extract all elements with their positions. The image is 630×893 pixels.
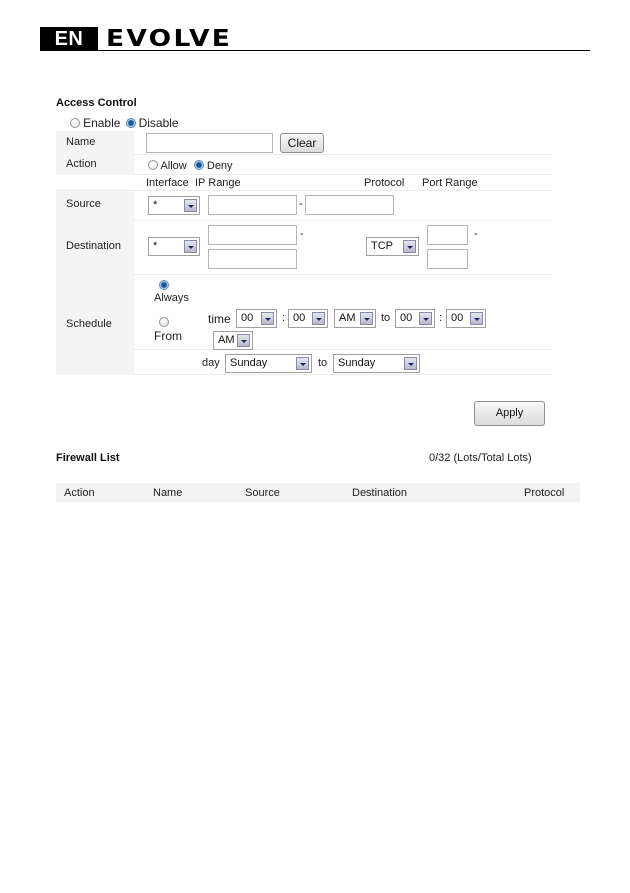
start-ampm-select[interactable]: AM bbox=[334, 309, 376, 328]
language-badge: EN bbox=[40, 27, 98, 51]
col-interface: Interface bbox=[146, 177, 189, 189]
destination-ip-from-input[interactable] bbox=[208, 225, 297, 245]
page-header: EN EVOLVE bbox=[40, 26, 590, 52]
col-action: Action bbox=[64, 487, 95, 499]
day-to-label: to bbox=[318, 357, 328, 369]
deny-radio[interactable] bbox=[193, 160, 204, 170]
chevron-down-icon bbox=[237, 334, 250, 347]
allow-label: Allow bbox=[160, 160, 187, 172]
col-destination: Destination bbox=[352, 487, 408, 499]
end-hour-value: 00 bbox=[400, 312, 413, 324]
time-colon: : bbox=[439, 312, 443, 324]
chevron-down-icon bbox=[360, 312, 373, 325]
chevron-down-icon bbox=[312, 312, 325, 325]
chevron-down-icon bbox=[296, 357, 309, 370]
col-protocol: Protocol bbox=[524, 487, 565, 499]
firewall-list-title: Firewall List bbox=[56, 452, 120, 464]
time-colon: : bbox=[282, 312, 286, 324]
col-name: Name bbox=[153, 487, 183, 499]
range-dash: - bbox=[300, 228, 304, 240]
enable-radio-group: Enable Disable bbox=[70, 116, 179, 130]
source-ip-from-input[interactable] bbox=[208, 195, 297, 215]
end-minute-value: 00 bbox=[451, 312, 464, 324]
name-input[interactable] bbox=[146, 133, 273, 153]
start-minute-select[interactable]: 00 bbox=[288, 309, 328, 328]
source-ip-to-input[interactable] bbox=[305, 195, 394, 215]
col-port-range: Port Range bbox=[422, 177, 478, 189]
start-hour-value: 00 bbox=[241, 312, 254, 324]
chevron-down-icon bbox=[261, 312, 274, 325]
name-label: Name bbox=[66, 136, 96, 148]
chevron-down-icon bbox=[404, 357, 417, 370]
disable-label: Disable bbox=[138, 116, 179, 130]
start-hour-select[interactable]: 00 bbox=[236, 309, 277, 328]
from-radio[interactable] bbox=[159, 317, 169, 327]
chevron-down-icon bbox=[403, 240, 416, 253]
destination-ip-to-input[interactable] bbox=[208, 249, 297, 269]
enable-radio[interactable] bbox=[70, 118, 80, 128]
port-from-input[interactable] bbox=[427, 225, 468, 245]
day-to-value: Sunday bbox=[338, 357, 376, 369]
range-dash: - bbox=[474, 228, 478, 240]
start-minute-value: 00 bbox=[293, 312, 306, 324]
access-control-title: Access Control bbox=[56, 97, 137, 109]
schedule-label: Schedule bbox=[66, 318, 112, 330]
from-label: From bbox=[154, 329, 182, 343]
col-protocol: Protocol bbox=[364, 177, 405, 189]
end-ampm-select[interactable]: AM bbox=[213, 331, 253, 350]
destination-interface-select[interactable]: * bbox=[148, 237, 200, 256]
protocol-value: TCP bbox=[371, 240, 393, 252]
brand-logo: EVOLVE bbox=[106, 26, 233, 52]
allow-radio[interactable] bbox=[148, 160, 158, 170]
chevron-down-icon bbox=[184, 199, 197, 212]
end-hour-select[interactable]: 00 bbox=[395, 309, 435, 328]
action-label: Action bbox=[66, 158, 97, 170]
end-minute-select[interactable]: 00 bbox=[446, 309, 486, 328]
label-column-bottom bbox=[56, 191, 134, 375]
col-ip-range: IP Range bbox=[195, 177, 241, 189]
always-radio[interactable] bbox=[159, 280, 169, 290]
time-label: time bbox=[208, 312, 231, 326]
day-from-select[interactable]: Sunday bbox=[225, 354, 312, 373]
firewall-count: 0/32 (Lots/Total Lots) bbox=[429, 452, 532, 464]
col-source: Source bbox=[245, 487, 280, 499]
end-ampm-value: AM bbox=[218, 334, 235, 346]
always-label: Always bbox=[154, 292, 189, 304]
deny-label: Deny bbox=[206, 160, 233, 172]
port-to-input[interactable] bbox=[427, 249, 468, 269]
source-label: Source bbox=[66, 198, 101, 210]
source-interface-value: * bbox=[153, 199, 158, 211]
chevron-down-icon bbox=[470, 312, 483, 325]
source-interface-select[interactable]: * bbox=[148, 196, 200, 215]
protocol-select[interactable]: TCP bbox=[366, 237, 419, 256]
action-radio-group: Allow Deny bbox=[148, 160, 233, 172]
disable-radio[interactable] bbox=[125, 118, 136, 128]
apply-button[interactable]: Apply bbox=[474, 401, 545, 426]
day-to-select[interactable]: Sunday bbox=[333, 354, 420, 373]
chevron-down-icon bbox=[419, 312, 432, 325]
firewall-table-header bbox=[56, 483, 580, 502]
destination-label: Destination bbox=[66, 240, 122, 252]
day-from-value: Sunday bbox=[230, 357, 268, 369]
clear-button[interactable]: Clear bbox=[280, 133, 324, 153]
enable-label: Enable bbox=[83, 116, 121, 130]
start-ampm-value: AM bbox=[339, 312, 356, 324]
time-to-label: to bbox=[381, 312, 391, 324]
chevron-down-icon bbox=[184, 240, 197, 253]
range-dash: - bbox=[299, 198, 303, 210]
day-label: day bbox=[202, 357, 220, 369]
destination-interface-value: * bbox=[153, 240, 158, 252]
